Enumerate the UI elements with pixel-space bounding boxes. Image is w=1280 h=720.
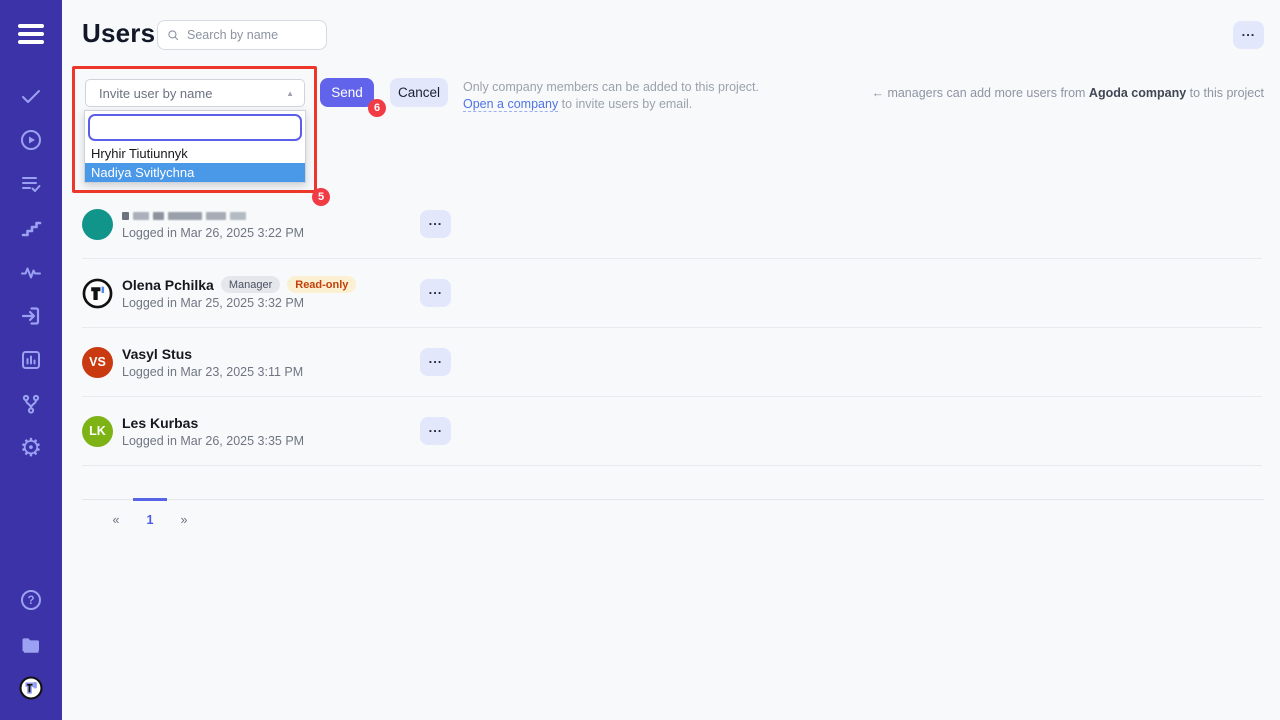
main-content: Users ... Invite user by name ▲ Hryhir T… xyxy=(62,0,1280,720)
user-info: Les Kurbas Logged in Mar 26, 2025 3:35 P… xyxy=(122,415,304,448)
row-options-button[interactable]: ... xyxy=(420,417,451,445)
invite-filter-input[interactable] xyxy=(88,114,302,141)
svg-text:?: ? xyxy=(27,595,34,607)
avatar: VS xyxy=(82,347,113,378)
bar-chart-icon xyxy=(19,348,43,372)
user-search xyxy=(157,20,327,50)
invite-note-line1: Only company members can be added to thi… xyxy=(463,79,759,96)
sidebar-item-tasks[interactable] xyxy=(0,74,62,118)
redacted-name xyxy=(122,209,304,223)
search-icon xyxy=(167,29,180,42)
sidebar-item-activity[interactable] xyxy=(0,250,62,294)
send-button[interactable]: Send xyxy=(320,78,374,107)
sidebar-item-help[interactable]: ? xyxy=(0,578,62,622)
app-logo-icon xyxy=(19,676,43,700)
open-company-link[interactable]: Open a company xyxy=(463,97,558,112)
sidebar-nav: ⚙ xyxy=(0,74,62,470)
gear-icon: ⚙ xyxy=(20,436,42,461)
activity-pulse-icon xyxy=(19,260,43,284)
last-login: Logged in Mar 23, 2025 3:11 PM xyxy=(122,365,303,379)
page-options-button[interactable]: ... xyxy=(1233,21,1264,49)
play-circle-icon xyxy=(19,128,43,152)
last-login: Logged in Mar 25, 2025 3:32 PM xyxy=(122,296,356,310)
status-badge: Read-only xyxy=(287,276,356,293)
sidebar-item-steps[interactable] xyxy=(0,206,62,250)
sidebar-item-import[interactable] xyxy=(0,294,62,338)
invite-option-selected[interactable]: Nadiya Svitlychna xyxy=(85,163,305,182)
sidebar-item-settings[interactable]: ⚙ xyxy=(0,426,62,470)
pagination-page-1[interactable]: 1 xyxy=(133,498,167,538)
menu-icon[interactable] xyxy=(18,12,44,56)
pagination-next[interactable]: » xyxy=(167,498,201,538)
row-options-button[interactable]: ... xyxy=(420,210,451,238)
folder-icon xyxy=(19,632,43,656)
sidebar-item-reports[interactable] xyxy=(0,338,62,382)
table-row: LK Les Kurbas Logged in Mar 26, 2025 3:3… xyxy=(82,397,1262,466)
invite-note: Only company members can be added to thi… xyxy=(463,79,759,112)
steps-icon xyxy=(19,216,43,240)
user-info: Logged in Mar 26, 2025 3:22 PM xyxy=(122,209,304,240)
invite-note-line2: Open a company to invite users by email. xyxy=(463,96,759,113)
avatar xyxy=(82,278,113,309)
user-name: Olena Pchilka xyxy=(122,277,214,293)
invite-note-line2-rest: to invite users by email. xyxy=(558,97,692,111)
invite-option[interactable]: Hryhir Tiutiunnyk xyxy=(85,144,305,163)
table-row: Olena Pchilka Manager Read-only Logged i… xyxy=(82,259,1262,328)
help-icon: ? xyxy=(19,588,43,612)
last-login: Logged in Mar 26, 2025 3:35 PM xyxy=(122,434,304,448)
sidebar-item-branches[interactable] xyxy=(0,382,62,426)
avatar-initials: LK xyxy=(89,424,106,438)
app-logo-avatar-icon xyxy=(82,278,113,309)
sidebar-item-projects[interactable] xyxy=(0,622,62,666)
manager-note: ← managers can add more users from Agoda… xyxy=(871,86,1264,100)
sidebar-item-workspace-logo[interactable] xyxy=(0,666,62,710)
sidebar: ⚙ ? xyxy=(0,0,62,720)
manager-note-company: Agoda company xyxy=(1089,86,1186,100)
user-info: Olena Pchilka Manager Read-only Logged i… xyxy=(122,276,356,310)
cancel-button[interactable]: Cancel xyxy=(390,78,448,107)
table-row: VS Vasyl Stus Logged in Mar 23, 2025 3:1… xyxy=(82,328,1262,397)
user-list: Logged in Mar 26, 2025 3:22 PM ... Olena… xyxy=(82,190,1262,466)
chevron-up-icon: ▲ xyxy=(286,89,294,98)
invite-dropdown: Hryhir Tiutiunnyk Nadiya Svitlychna xyxy=(84,110,306,183)
avatar xyxy=(82,209,113,240)
user-name: Les Kurbas xyxy=(122,415,198,431)
avatar-initials: VS xyxy=(89,355,106,369)
sign-in-icon xyxy=(19,304,43,328)
user-name: Vasyl Stus xyxy=(122,346,192,362)
list-check-icon xyxy=(19,172,43,196)
sidebar-bottom: ? xyxy=(0,578,62,710)
role-badge: Manager xyxy=(221,276,280,293)
page-title: Users xyxy=(82,18,155,49)
invite-user-select[interactable]: Invite user by name ▲ xyxy=(85,79,305,107)
sidebar-item-checklist[interactable] xyxy=(0,162,62,206)
manager-note-prefix: ← managers can add more users from xyxy=(871,86,1088,100)
invite-select-placeholder: Invite user by name xyxy=(99,86,212,101)
row-options-button[interactable]: ... xyxy=(420,279,451,307)
sidebar-item-runs[interactable] xyxy=(0,118,62,162)
search-input[interactable] xyxy=(187,28,307,42)
manager-note-suffix: to this project xyxy=(1186,86,1264,100)
last-login: Logged in Mar 26, 2025 3:22 PM xyxy=(122,226,304,240)
branch-icon xyxy=(19,392,43,416)
user-info: Vasyl Stus Logged in Mar 23, 2025 3:11 P… xyxy=(122,346,303,379)
pagination: « 1 » xyxy=(82,499,1264,538)
avatar: LK xyxy=(82,416,113,447)
pagination-prev[interactable]: « xyxy=(99,498,133,538)
check-icon xyxy=(19,84,43,108)
table-row: Logged in Mar 26, 2025 3:22 PM ... xyxy=(82,190,1262,259)
row-options-button[interactable]: ... xyxy=(420,348,451,376)
